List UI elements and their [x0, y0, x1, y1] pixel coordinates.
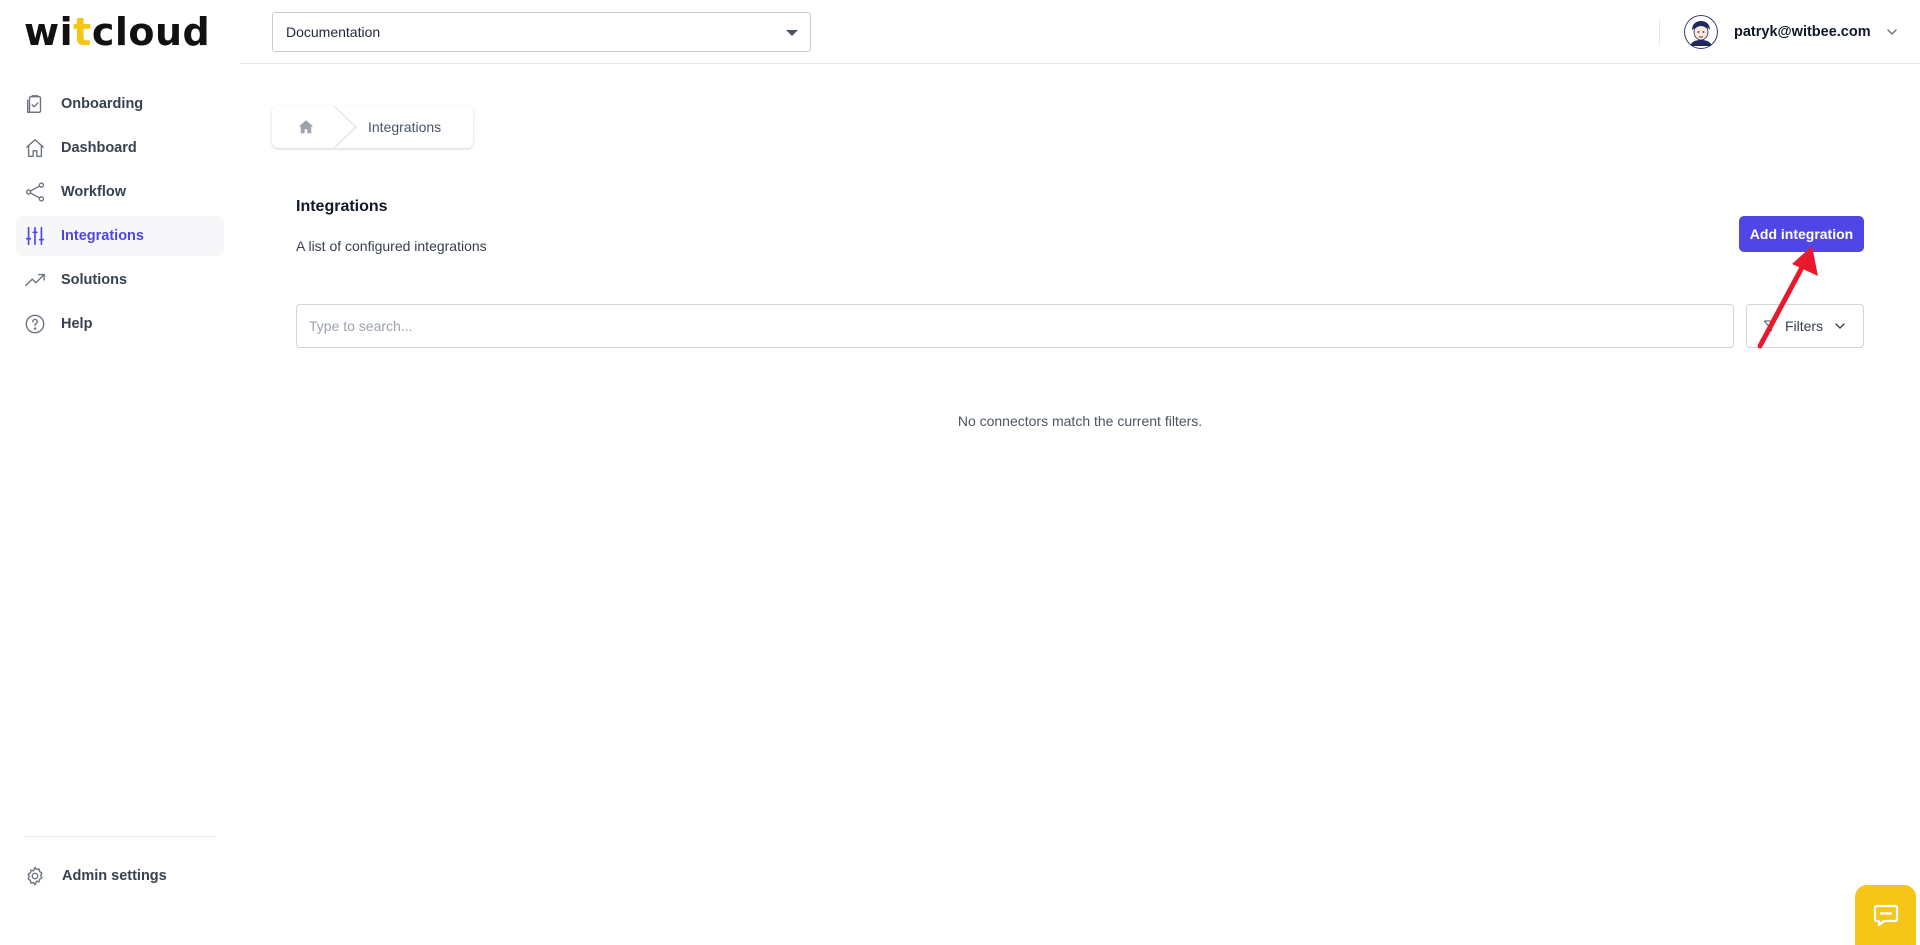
gear-icon — [24, 865, 46, 887]
breadcrumb-home[interactable] — [272, 106, 340, 148]
sidebar-item-label: Help — [61, 316, 93, 332]
question-circle-icon — [24, 313, 46, 335]
caret-down-icon — [786, 30, 798, 36]
share-nodes-icon — [24, 181, 46, 203]
search-input[interactable] — [296, 304, 1734, 348]
project-select-value: Documentation — [286, 24, 381, 40]
trending-up-icon — [24, 269, 46, 291]
user-menu[interactable]: patryk@witbee.com — [1684, 14, 1899, 50]
breadcrumb: Integrations — [272, 106, 473, 148]
sidebar-item-label: Workflow — [61, 184, 126, 200]
sidebar-item-onboarding[interactable]: Onboarding — [16, 84, 224, 124]
chevron-down-icon — [1835, 323, 1845, 329]
filters-button[interactable]: Filters — [1746, 304, 1864, 348]
user-email: patryk@witbee.com — [1734, 24, 1871, 40]
chat-launcher-button[interactable] — [1855, 885, 1916, 945]
project-select[interactable]: Documentation — [272, 12, 811, 52]
breadcrumb-current[interactable]: Integrations — [368, 119, 441, 135]
empty-state-message: No connectors match the current filters. — [957, 413, 1203, 429]
sidebar-item-label: Solutions — [61, 272, 128, 288]
sidebar-item-help[interactable]: Help — [16, 304, 224, 344]
clipboard-check-icon — [24, 93, 46, 115]
header-divider — [1659, 20, 1660, 46]
breadcrumb-separator — [334, 106, 358, 148]
sliders-icon — [24, 225, 46, 247]
sidebar-item-integrations[interactable]: Integrations — [16, 216, 224, 256]
sidebar-item-workflow[interactable]: Workflow — [16, 172, 224, 212]
sidebar-divider — [24, 836, 216, 837]
top-header: Documentation patryk@witbee.com — [240, 0, 1920, 64]
sidebar-item-dashboard[interactable]: Dashboard — [16, 128, 224, 168]
sidebar-item-label: Integrations — [61, 228, 144, 244]
chat-icon — [1873, 904, 1898, 927]
home-icon — [298, 120, 314, 134]
admin-settings-link[interactable]: Admin settings — [24, 862, 167, 890]
filters-label: Filters — [1784, 318, 1824, 334]
add-integration-button[interactable]: Add integration — [1739, 216, 1864, 252]
chevron-down-icon — [1886, 29, 1897, 35]
sidebar: wi t cloud Onboarding Dashboard Workflow I… — [0, 0, 240, 945]
sidebar-nav: Onboarding Dashboard Workflow Integratio… — [16, 84, 224, 348]
sidebar-item-solutions[interactable]: Solutions — [16, 260, 224, 300]
sidebar-item-label: Dashboard — [61, 140, 137, 156]
page-subtitle: A list of configured integrations — [296, 238, 487, 254]
home-icon — [24, 137, 46, 159]
filter-icon — [1763, 320, 1777, 333]
witcloud-logo[interactable]: wi t cloud — [24, 10, 210, 54]
avatar — [1684, 15, 1718, 49]
page-title: Integrations — [296, 198, 388, 215]
sidebar-item-label: Onboarding — [61, 96, 144, 112]
admin-settings-label: Admin settings — [62, 868, 167, 884]
